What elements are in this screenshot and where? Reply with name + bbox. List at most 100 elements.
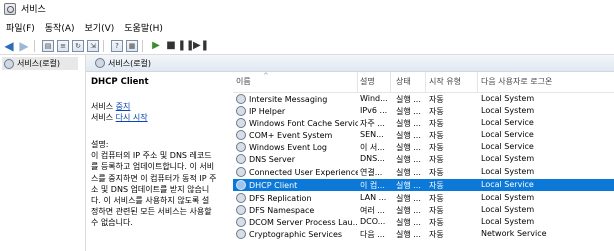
- service-name: Intersite Messaging: [249, 94, 328, 104]
- table-row[interactable]: Windows Font Cache Service 자주 ... 실행 ... 자동…: [233, 117, 614, 129]
- service-status: 실행 ...: [396, 230, 421, 239]
- pane-header-title: 서비스(로컬): [108, 58, 152, 68]
- description-line: 수 없습니다.: [91, 218, 133, 228]
- restart-service-link[interactable]: 다시 시작: [116, 113, 148, 122]
- service-name: Windows Event Log: [249, 142, 328, 152]
- detail-prefix: 서비스: [91, 113, 114, 122]
- service-logon-as: Local System: [481, 106, 535, 115]
- properties-icon[interactable]: ▦: [126, 39, 138, 52]
- toolbar: ◀ ▶ ▤ ≡ ↻ ⇲ ? ▦ ▶ ■ ❚❚ ▶❚: [0, 37, 614, 55]
- table-row[interactable]: Connected User Experience... 연결... 실행 ... 자…: [233, 166, 614, 178]
- service-description: DNS...: [360, 154, 385, 163]
- back-arrow-icon[interactable]: ◀: [3, 39, 15, 53]
- service-gear-icon: [236, 180, 246, 190]
- service-gear-icon: [236, 106, 246, 116]
- menu-view[interactable]: 보기(V): [85, 21, 115, 34]
- description-line: 다. 이 서비스를 사용하지 않도록 설: [91, 196, 210, 206]
- service-gear-icon: [236, 229, 246, 239]
- service-name: DNS Server: [249, 154, 295, 164]
- restart-icon[interactable]: ▶❚: [193, 40, 209, 52]
- service-gear-icon: [236, 118, 246, 128]
- column-header-description[interactable]: 설명: [360, 76, 375, 87]
- column-divider[interactable]: [477, 72, 478, 92]
- stop-service-link[interactable]: 중지: [116, 102, 131, 111]
- service-logon-as: Local Service: [481, 130, 534, 139]
- console-tree-icon[interactable]: ▤: [42, 39, 54, 52]
- service-name-cell: Intersite Messaging: [236, 94, 358, 104]
- service-name: IP Helper: [249, 106, 286, 116]
- play-icon[interactable]: ▶: [150, 40, 162, 52]
- service-startup-type: 자동: [429, 119, 444, 128]
- refresh-icon[interactable]: ↻: [72, 39, 84, 52]
- column-divider[interactable]: [357, 72, 358, 92]
- table-header: ^ 이름 설명 상태 시작 유형 다음 사용자로 로그온: [233, 72, 614, 93]
- description-line: 스를 중지하면 이 컴퓨터가 동적 IP 주: [91, 173, 217, 183]
- service-startup-type: 자동: [429, 107, 444, 116]
- service-gear-icon: [236, 193, 246, 203]
- service-name-cell: DCOM Server Process Lau...: [236, 217, 358, 227]
- service-status: 실행 ...: [396, 131, 421, 140]
- description-line: 이 컴퓨터의 IP 주소 및 DNS 레코드: [91, 151, 212, 161]
- column-header-logon-as[interactable]: 다음 사용자로 로그온: [481, 76, 552, 87]
- table-row[interactable]: Intersite Messaging Wind... 실행 ... 자동 Local …: [233, 93, 614, 105]
- service-startup-type: 자동: [429, 95, 444, 104]
- service-status: 실행 ...: [396, 119, 421, 128]
- pause-icon[interactable]: ❚❚: [178, 40, 195, 52]
- detail-prefix: 서비스: [91, 102, 114, 111]
- service-name-cell: DFS Namespace: [236, 205, 358, 215]
- service-gear-icon: [236, 205, 246, 215]
- title-bar: 서비스: [0, 0, 614, 17]
- column-header-startup-type[interactable]: 시작 유형: [429, 76, 461, 87]
- service-name: DHCP Client: [249, 180, 298, 190]
- table-row[interactable]: IP Helper IPv6 ... 실행 ... 자동 Local System: [233, 105, 614, 117]
- help-icon[interactable]: ?: [111, 39, 123, 52]
- table-row[interactable]: DCOM Server Process Lau... DCO... 실행 ... 자동…: [233, 216, 614, 228]
- service-startup-type: 자동: [429, 194, 444, 203]
- menu-bar: 파일(F) 동작(A) 보기(V) 도움말(H): [0, 19, 167, 36]
- service-status: 실행 ...: [396, 181, 421, 190]
- service-name-cell: Cryptographic Services: [236, 229, 358, 239]
- description-line: 정하면 관련된 모든 서비스는 사용할: [91, 207, 212, 217]
- menu-file[interactable]: 파일(F): [6, 21, 35, 34]
- service-startup-type: 자동: [429, 168, 444, 177]
- service-startup-type: 자동: [429, 206, 444, 215]
- service-logon-as: Local Service: [481, 180, 534, 189]
- table-row[interactable]: DHCP Client 이 컴... 실행 ... 자동 Local Service: [233, 179, 614, 191]
- forward-arrow-icon[interactable]: ▶: [18, 39, 30, 53]
- table-row[interactable]: COM+ Event System SEN... 실행 ... 자동 Local Ser…: [233, 129, 614, 141]
- table-row[interactable]: DNS Server DNS... 실행 ... 자동 Local System: [233, 153, 614, 165]
- toolbar-separator: [34, 39, 35, 52]
- gear-icon: [95, 58, 105, 68]
- service-startup-type: 자동: [429, 181, 444, 190]
- console-tree: 서비스(로컬): [0, 55, 86, 251]
- column-header-status[interactable]: 상태: [396, 76, 411, 87]
- service-detail-panel: DHCP Client 서비스 중지 서비스 다시 시작 설명: 이 컴퓨터의 …: [91, 77, 231, 229]
- table-row[interactable]: DFS Replication LAN ... 실행 ... 자동 Local Syst…: [233, 192, 614, 204]
- tree-item-services-local[interactable]: 서비스(로컬): [2, 57, 78, 70]
- detail-description: 설명: 이 컴퓨터의 IP 주소 및 DNS 레코드 를 등록하고 업데이트합니…: [91, 139, 231, 229]
- export-icon[interactable]: ⇲: [87, 39, 99, 52]
- list-icon[interactable]: ≡: [57, 39, 69, 52]
- service-name: DFS Namespace: [249, 205, 315, 215]
- table-row[interactable]: Windows Event Log 이 서... 실행 ... 자동 Local Ser…: [233, 141, 614, 153]
- column-header-name[interactable]: 이름: [236, 76, 251, 87]
- service-name: DFS Replication: [249, 193, 312, 203]
- service-description: Wind...: [360, 94, 387, 103]
- column-divider[interactable]: [425, 72, 426, 92]
- service-logon-as: Local Service: [481, 118, 534, 127]
- service-startup-type: 자동: [429, 155, 444, 164]
- table-row[interactable]: Cryptographic Services 다음 ... 실행 ... 자동 Netw…: [233, 228, 614, 240]
- toolbar-separator: [142, 39, 143, 52]
- toolbar-separator: [103, 39, 104, 52]
- table-row[interactable]: DFS Namespace 여러 ... 실행 ... 자동 Local System: [233, 204, 614, 216]
- service-logon-as: Local Service: [481, 142, 534, 151]
- service-name-cell: IP Helper: [236, 106, 358, 116]
- service-gear-icon: [236, 167, 246, 177]
- menu-action[interactable]: 동작(A): [45, 21, 75, 34]
- stop-icon[interactable]: ■: [165, 40, 177, 52]
- description-label: 설명:: [91, 140, 109, 149]
- menu-help[interactable]: 도움말(H): [124, 21, 163, 34]
- service-description: DCO...: [360, 217, 386, 226]
- column-divider[interactable]: [390, 72, 391, 92]
- description-line: 소 및 DNS 업데이트를 받지 않습니: [91, 184, 210, 194]
